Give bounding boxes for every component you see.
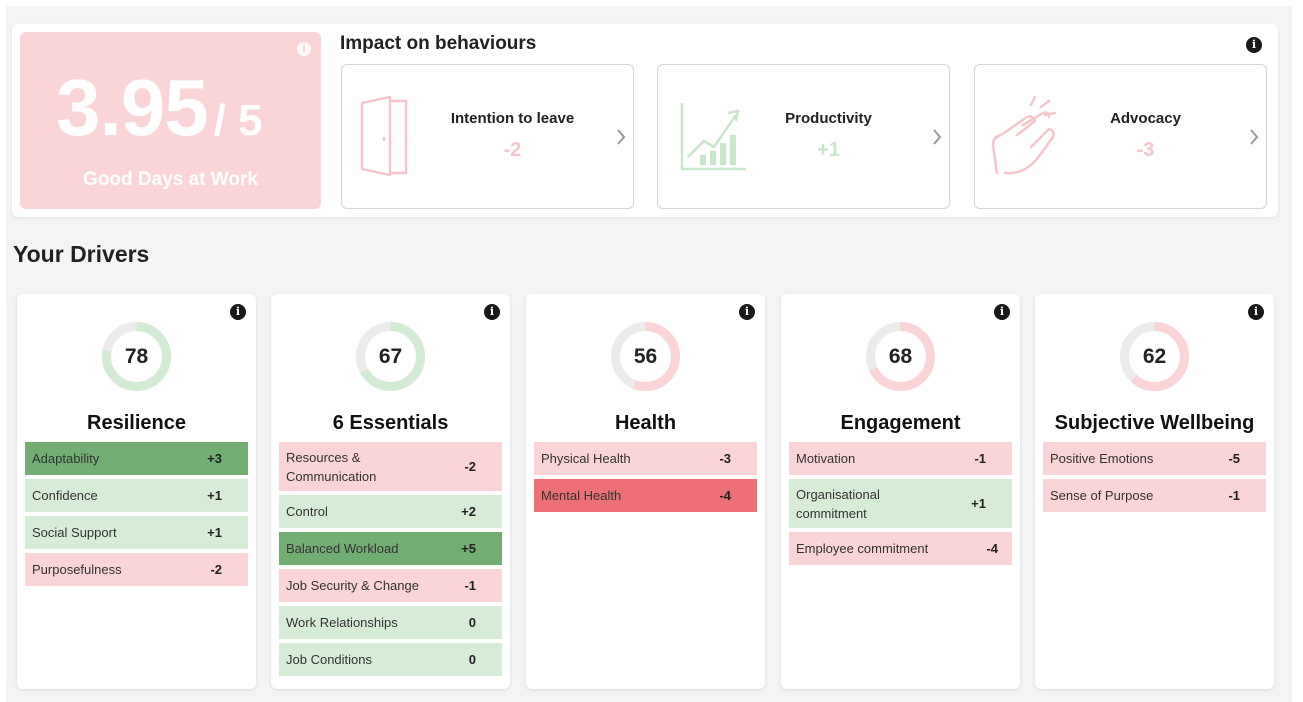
driver-title: Resilience [87,412,186,434]
driver-item[interactable]: Balanced Workload +5 [279,532,502,565]
drivers-heading: Your Drivers [13,241,150,267]
driver-score: 68 [888,345,913,368]
driver-item-value: -4 [986,541,998,556]
driver-item-label: Balanced Workload [286,541,399,556]
driver-title: Subjective Wellbeing [1054,412,1255,434]
driver-item[interactable]: Confidence +1 [25,479,248,512]
driver-item[interactable]: Physical Health -3 [534,442,757,475]
driver-item-value: -5 [1228,451,1240,466]
driver-item-label: Job Security & Change [286,578,419,593]
growth-chart-icon [680,103,746,171]
driver-item[interactable]: Work Relationships 0 [279,606,502,639]
driver-card-subjective-wellbeing: i 62 Subjective Wellbeing Positive Emoti… [1035,294,1274,689]
driver-item-label: Confidence [32,488,98,503]
driver-item-value: +5 [461,541,476,556]
chevron-right-icon[interactable] [615,127,627,147]
driver-card-6-essentials: i 67 6 Essentials Resources & Communicat… [271,294,510,689]
driver-item-value: -4 [719,488,731,503]
driver-card-resilience: i 78 Resilience Adaptability +3 Confidenc… [17,294,256,689]
driver-item-label: Control [286,504,328,519]
driver-card-engagement: i 68 Engagement Motivation -1 Organisatio… [781,294,1020,689]
score-label: Good Days at Work [83,169,258,190]
driver-item-label: Resources & Communication [286,449,377,484]
behaviour-card-advocacy[interactable]: Advocacy -3 [974,64,1267,209]
behaviour-value: -2 [503,139,522,161]
driver-item-value: +2 [461,504,476,519]
driver-score: 67 [378,345,403,368]
chevron-right-icon[interactable] [1248,127,1260,147]
driver-item-value: -1 [1228,488,1240,503]
behaviour-label: Intention to leave [450,110,575,127]
driver-item-value: -2 [210,562,222,577]
chevron-right-icon[interactable] [931,127,943,147]
info-icon[interactable]: i [1248,304,1264,320]
driver-item[interactable]: Mental Health -4 [534,479,757,512]
driver-item[interactable]: Job Conditions 0 [279,643,502,676]
driver-score: 78 [124,345,149,368]
score-number: 3.95 [56,63,209,152]
driver-item-value: -1 [464,578,476,593]
info-icon[interactable]: i [1246,37,1262,53]
info-icon[interactable]: i [297,42,311,56]
driver-item-label: Sense of Purpose [1050,488,1154,503]
good-days-score-card[interactable]: i 3.95/ 5 Good Days at Work [20,32,321,209]
score-suffix: / 5 [213,96,263,145]
driver-item-label: Social Support [32,525,117,540]
driver-item-value: +3 [207,451,222,466]
driver-item-value: 0 [468,652,476,667]
driver-item[interactable]: Resources & Communication -2 [279,442,502,491]
driver-item-value: -2 [464,459,476,474]
driver-item[interactable]: Sense of Purpose -1 [1043,479,1266,512]
driver-item-label: Employee commitment [796,541,929,556]
driver-score: 62 [1142,345,1167,368]
driver-item-label: Organisational commitment [796,486,880,521]
driver-item[interactable]: Social Support +1 [25,516,248,549]
door-icon [360,95,408,177]
driver-item[interactable]: Employee commitment -4 [789,532,1012,565]
behaviour-label: Advocacy [1110,110,1181,127]
driver-item[interactable]: Job Security & Change -1 [279,569,502,602]
driver-item-value: +1 [971,496,986,511]
driver-item-label: Physical Health [541,451,631,466]
driver-score: 56 [633,345,658,368]
info-icon[interactable]: i [994,304,1010,320]
behaviour-card-intention-to-leave[interactable]: Intention to leave -2 [341,64,634,209]
driver-item-label: Mental Health [541,488,622,503]
behaviour-value: +1 [817,139,840,161]
driver-item[interactable]: Motivation -1 [789,442,1012,475]
driver-item-label: Job Conditions [286,652,372,667]
driver-title: Health [614,412,677,434]
info-icon[interactable]: i [230,304,246,320]
info-icon[interactable]: i [739,304,755,320]
driver-item-value: +1 [207,525,222,540]
driver-title: Engagement [840,412,961,434]
info-icon[interactable]: i [484,304,500,320]
behaviour-label: Productivity [785,110,872,127]
driver-item-label: Purposefulness [32,562,122,577]
driver-item[interactable]: Organisational commitment +1 [789,479,1012,528]
driver-item[interactable]: Adaptability +3 [25,442,248,475]
behaviour-card-productivity[interactable]: Productivity +1 [657,64,950,209]
driver-item-label: Adaptability [32,451,100,466]
driver-title: 6 Essentials [332,412,449,434]
driver-item-value: 0 [468,615,476,630]
driver-item[interactable]: Control +2 [279,495,502,528]
driver-item-label: Motivation [796,451,856,466]
driver-item-label: Positive Emotions [1050,451,1154,466]
driver-item-value: -3 [719,451,731,466]
score-value: 3.95/ 5 [56,62,263,154]
driver-item-label: Work Relationships [286,615,398,630]
driver-item-value: -1 [974,451,986,466]
impact-title: Impact on behaviours [340,33,537,54]
driver-item-value: +1 [207,488,222,503]
behaviour-value: -3 [1136,139,1155,161]
clapping-hands-icon [991,95,1057,175]
driver-item[interactable]: Purposefulness -2 [25,553,248,586]
driver-card-health: i 56 Health Physical Health -3 Mental Hea… [526,294,765,689]
driver-item[interactable]: Positive Emotions -5 [1043,442,1266,475]
